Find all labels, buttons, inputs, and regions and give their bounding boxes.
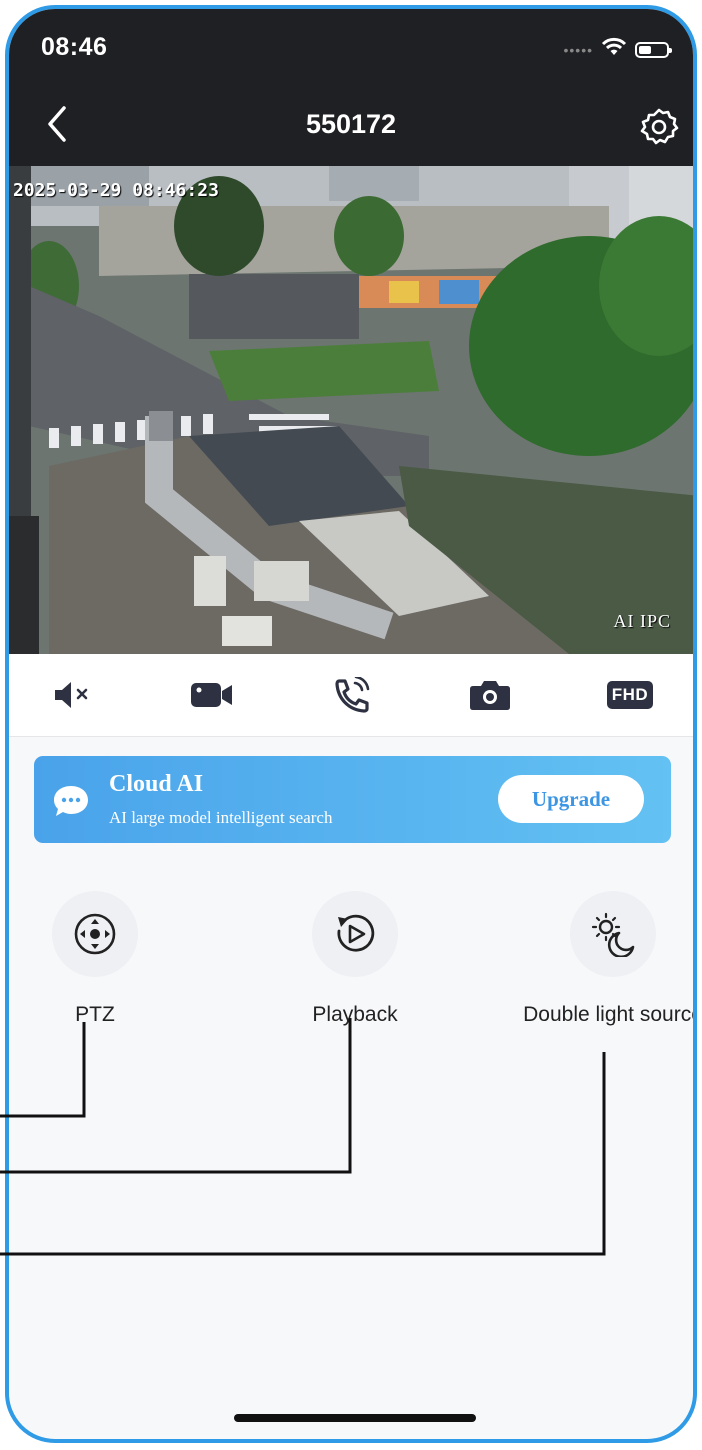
- double-light-button[interactable]: [570, 891, 656, 977]
- double-light-feature[interactable]: Double light source: [523, 891, 697, 1031]
- upgrade-button[interactable]: Upgrade: [498, 775, 644, 823]
- record-button[interactable]: [190, 678, 234, 712]
- settings-button[interactable]: [639, 106, 679, 151]
- playback-icon: [337, 914, 375, 952]
- mute-button[interactable]: [53, 678, 97, 712]
- page-title: 550172: [305, 109, 397, 139]
- quality-button[interactable]: FHD: [602, 678, 658, 712]
- snapshot-button[interactable]: [468, 678, 512, 712]
- ptz-joystick-icon: [74, 913, 116, 955]
- status-icons: •••••: [563, 37, 672, 62]
- playback-feature[interactable]: Playback: [265, 891, 445, 1031]
- cloud-ai-banner[interactable]: Cloud AI AI large model intelligent sear…: [34, 756, 671, 843]
- status-time: 08:46: [41, 33, 108, 61]
- quality-label: FHD: [606, 681, 654, 709]
- ptz-feature[interactable]: PTZ: [9, 891, 185, 1031]
- ptz-button[interactable]: [52, 891, 138, 977]
- wifi-icon: [601, 37, 627, 62]
- double-light-label: Double light source: [523, 1003, 697, 1026]
- playback-button[interactable]: [312, 891, 398, 977]
- camera-icon: [470, 681, 510, 710]
- talk-button[interactable]: [329, 677, 373, 713]
- speaker-mute-icon: [55, 682, 88, 708]
- phone-call-icon: [335, 677, 370, 713]
- top-bar: 08:46 ••••• 550172: [9, 9, 693, 166]
- chat-bubble-icon: [52, 784, 90, 823]
- battery-icon: [635, 41, 672, 58]
- ptz-label: PTZ: [75, 1003, 115, 1026]
- playback-label: Playback: [312, 1003, 398, 1026]
- gear-icon: [640, 108, 679, 145]
- camera-feed-image: [9, 166, 693, 654]
- sun-moon-icon: [591, 912, 635, 957]
- video-timestamp: 2025-03-29 08:46:23: [13, 180, 219, 201]
- home-indicator[interactable]: [234, 1414, 476, 1422]
- cloud-ai-title: Cloud AI: [109, 771, 204, 797]
- video-camera-icon: [191, 683, 232, 707]
- control-bar: FHD: [9, 654, 693, 737]
- camera-live-view[interactable]: 2025-03-29 08:46:23 AI IPC: [9, 166, 693, 654]
- cellular-signal-icon: •••••: [563, 41, 593, 58]
- phone-frame: 08:46 ••••• 550172 2025-03-29 08:46:23 A…: [5, 5, 697, 1443]
- cloud-ai-subtitle: AI large model intelligent search: [109, 808, 333, 827]
- camera-model-badge: AI IPC: [613, 611, 671, 631]
